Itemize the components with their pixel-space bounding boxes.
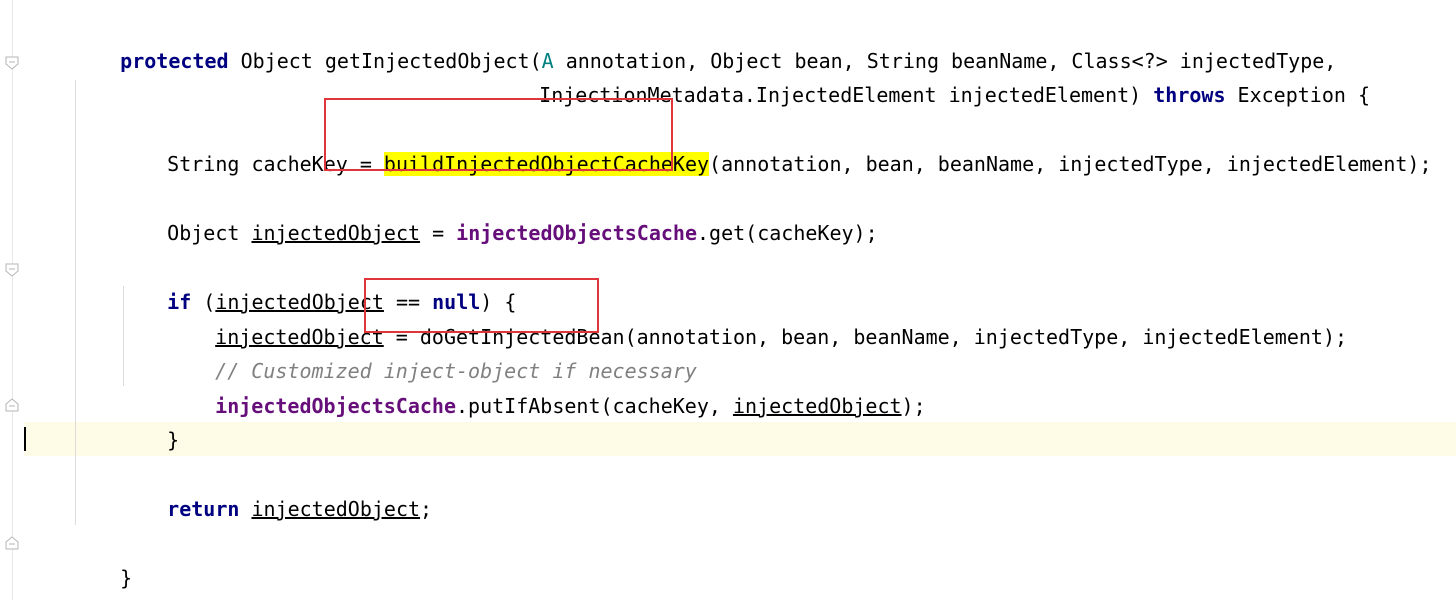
markup-box-do-get-injected-bean [364, 278, 599, 333]
code-line-11[interactable]: } [72, 527, 132, 590]
fold-close-icon[interactable] [5, 398, 19, 412]
code-text: ); [901, 394, 926, 418]
local-variable[interactable]: injectedObject [251, 497, 420, 521]
code-text: Exception { [1225, 83, 1371, 107]
local-variable[interactable]: injectedObject [733, 394, 902, 418]
field-reference[interactable]: injectedObjectsCache [456, 221, 697, 245]
markup-box-build-cache-key [324, 98, 673, 171]
text-caret [24, 427, 26, 451]
editor-gutter [0, 0, 24, 600]
code-line-1[interactable]: protected Object getInjectedObject(A ann… [72, 10, 1336, 73]
keyword: throws [1153, 83, 1226, 107]
fold-open-icon[interactable] [5, 56, 19, 70]
code-text: .get(cacheKey); [697, 221, 878, 245]
code-line-2[interactable]: InjectionMetadata.InjectedElement inject… [491, 44, 1370, 107]
code-line-9[interactable]: } [119, 389, 179, 452]
keyword: protected [120, 49, 229, 73]
keyword: return [167, 497, 240, 521]
code-text: .putIfAbsent(cacheKey, [456, 394, 733, 418]
code-text: Object [167, 221, 252, 245]
code-line-4[interactable]: Object injectedObject = injectedObjectsC… [119, 182, 877, 245]
code-text: (annotation, bean, beanName, injectedTyp… [624, 325, 1348, 349]
code-text: = [420, 221, 457, 245]
code-text: ; [420, 497, 433, 521]
fold-open-icon[interactable] [5, 263, 19, 277]
code-text: (annotation, bean, beanName, injectedTyp… [709, 152, 1432, 176]
gutter-divider [12, 0, 13, 600]
current-line-highlight [0, 422, 1456, 456]
code-line-3[interactable]: String cacheKey = buildInjectedObjectCac… [119, 113, 1432, 176]
code-editor[interactable]: protected Object getInjectedObject(A ann… [0, 0, 1456, 600]
method-scope-guide [75, 80, 76, 525]
local-variable[interactable]: injectedObject [251, 221, 420, 245]
code-line-8[interactable]: injectedObjectsCache.putIfAbsent(cacheKe… [167, 355, 925, 418]
fold-close-icon[interactable] [5, 536, 19, 550]
code-line-6[interactable]: injectedObject = doGetInjectedBean(annot… [167, 286, 1347, 349]
closing-brace: } [120, 566, 133, 590]
field-reference[interactable]: injectedObjectsCache [215, 394, 456, 418]
closing-brace: } [167, 428, 180, 452]
code-line-10[interactable]: return injectedObject; [119, 458, 432, 521]
